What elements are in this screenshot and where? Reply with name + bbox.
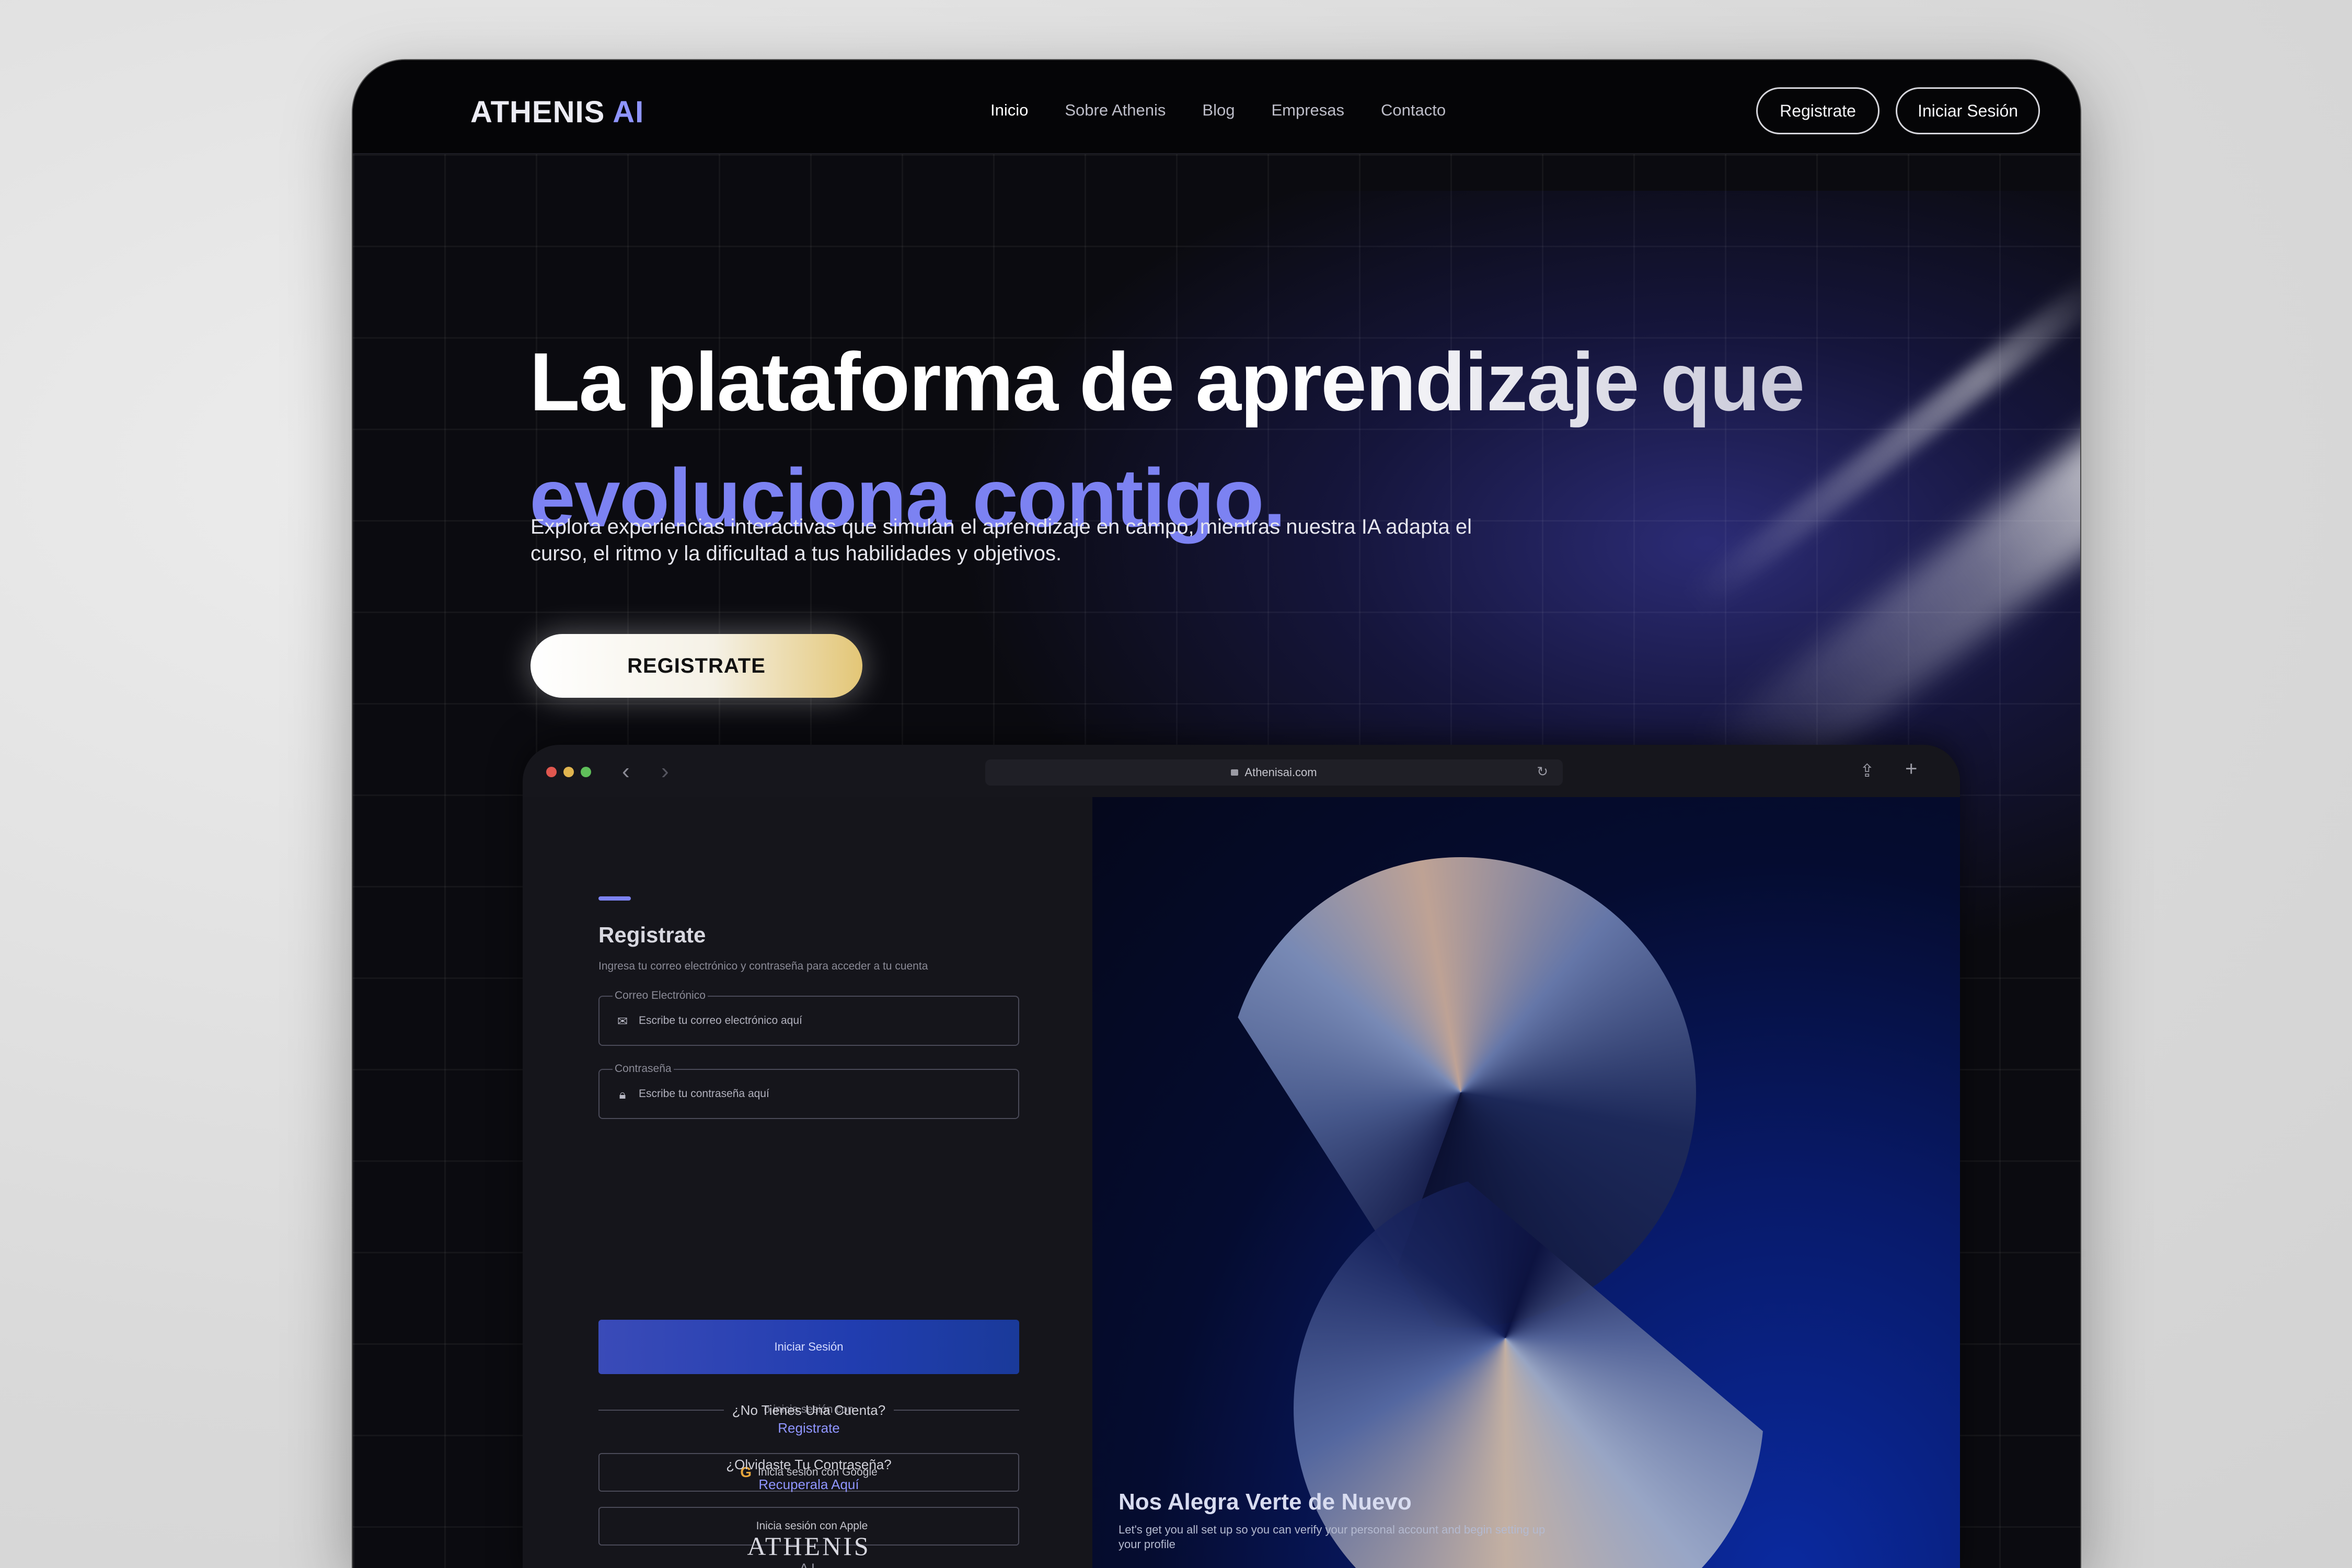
lock-icon <box>1231 769 1239 776</box>
url-text: Athenisai.com <box>1244 766 1317 779</box>
google-label: Inicia sesión con Google <box>757 1466 878 1478</box>
mail-icon: ✉ <box>617 1014 628 1029</box>
welcome-panel <box>1092 797 1960 1568</box>
email-label: Correo Electrónico <box>613 989 708 1002</box>
register-button[interactable]: Registrate <box>1756 87 1880 134</box>
email-field[interactable]: ✉ Escribe tu correo electrónico aquí <box>598 996 1019 1046</box>
brand-logo[interactable]: ATHENIS AI <box>470 95 644 130</box>
forward-arrow-icon: › <box>661 758 669 784</box>
address-bar: Athenisai.com ↻ <box>985 759 1563 786</box>
nav-link-contacto[interactable]: Contacto <box>1381 101 1446 120</box>
form-login-button[interactable]: Iniciar Sesión <box>598 1320 1019 1374</box>
apple-label: Inicia sesión con Apple <box>756 1520 868 1532</box>
email-placeholder: Escribe tu correo electrónico aquí <box>639 1014 802 1027</box>
nav-link-sobre[interactable]: Sobre Athenis <box>1065 101 1166 120</box>
accent-line <box>598 896 631 901</box>
browser-toolbar: ‹ › Athenisai.com ↻ ⇪ + <box>523 745 1960 797</box>
form-title: Registrate <box>598 923 706 947</box>
lock-icon: 🔒︎ <box>619 1088 626 1102</box>
minimize-dot-icon <box>563 767 574 777</box>
password-placeholder: Escribe tu contraseña aquí <box>639 1088 769 1100</box>
browser-mockup: ‹ › Athenisai.com ↻ ⇪ + Registrate Ingre… <box>523 745 1960 1568</box>
hero-subtitle: Explora experiencias interactivas que si… <box>531 515 1472 565</box>
login-button[interactable]: Iniciar Sesión <box>1896 87 2040 134</box>
apple-login-button[interactable]: Inicia sesión con Apple <box>598 1507 1019 1546</box>
login-form-panel: Registrate Ingresa tu correo electrónico… <box>523 797 1092 1568</box>
close-dot-icon <box>546 767 557 777</box>
refresh-icon: ↻ <box>1537 764 1548 779</box>
google-login-button[interactable]: G Inicia sesión con Google <box>598 1453 1019 1492</box>
nav-link-empresas[interactable]: Empresas <box>1271 101 1344 120</box>
logo-ai: AI <box>613 95 644 129</box>
divider-text: o inicia sesión con <box>764 1403 854 1415</box>
logo-text: ATHENIS <box>470 95 605 129</box>
cta-register-button[interactable]: REGISTRATE <box>531 634 862 698</box>
form-subtitle: Ingresa tu correo electrónico y contrase… <box>598 960 928 972</box>
password-label: Contraseña <box>613 1063 674 1075</box>
top-navbar: ATHENIS AI Inicio Sobre Athenis Blog Emp… <box>353 60 2080 154</box>
password-field[interactable]: 🔒︎ Escribe tu contraseña aquí <box>598 1069 1019 1119</box>
new-tab-icon: + <box>1905 757 1918 780</box>
maximize-dot-icon <box>581 767 591 777</box>
hero-title-line1: La plataforma de aprendizaje que <box>529 324 1805 440</box>
device-frame: ATHENIS AI Inicio Sobre Athenis Blog Emp… <box>353 60 2080 1568</box>
google-icon: G <box>740 1464 752 1480</box>
nav-link-blog[interactable]: Blog <box>1202 101 1235 120</box>
nav-links: Inicio Sobre Athenis Blog Empresas Conta… <box>990 101 1446 120</box>
share-icon: ⇪ <box>1860 761 1875 781</box>
back-arrow-icon: ‹ <box>622 758 630 784</box>
nav-link-inicio[interactable]: Inicio <box>990 101 1028 120</box>
